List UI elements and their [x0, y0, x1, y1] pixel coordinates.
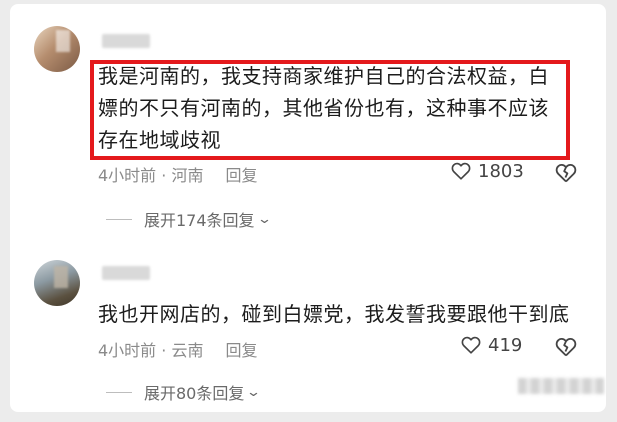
- heart-icon: [461, 336, 481, 354]
- chevron-down-icon: ⌄: [256, 211, 272, 227]
- username-redacted: [102, 266, 150, 280]
- broken-heart-icon[interactable]: [554, 161, 578, 185]
- reply-button[interactable]: 回复: [225, 341, 257, 360]
- broken-heart-icon[interactable]: [554, 335, 578, 359]
- watermark: [518, 378, 604, 394]
- comment-meta: 4小时前 · 河南 回复: [98, 166, 258, 185]
- comment-item: 我是河南的，我支持商家维护自己的合法权益，白嫖的不只有河南的，其他省份也有，这种…: [10, 4, 606, 244]
- comment-list: 我是河南的，我支持商家维护自己的合法权益，白嫖的不只有河南的，其他省份也有，这种…: [10, 4, 606, 412]
- comment-text: 我也开网店的，碰到白嫖党，我发誓我要跟他干到底: [98, 302, 570, 326]
- comment-time: 4小时前: [98, 341, 157, 360]
- divider: [106, 218, 132, 220]
- avatar[interactable]: [34, 260, 80, 306]
- expand-replies-label: 展开174条回复: [144, 211, 255, 230]
- comment-location: 河南: [171, 166, 204, 185]
- expand-replies-label: 展开80条回复: [144, 384, 245, 403]
- comment-meta: 4小时前 · 云南 回复: [98, 341, 258, 360]
- chevron-down-icon: ⌄: [246, 384, 262, 400]
- expand-replies-button[interactable]: 展开80条回复 ⌄: [106, 380, 262, 404]
- like-count: 1803: [478, 160, 524, 182]
- reply-button[interactable]: 回复: [225, 166, 257, 185]
- divider: [106, 391, 132, 393]
- username-redacted: [102, 34, 150, 48]
- like-button[interactable]: 1803: [450, 160, 524, 182]
- comment-item: 我也开网店的，碰到白嫖党，我发誓我要跟他干到底 4小时前 · 云南 回复 419 …: [10, 244, 606, 412]
- avatar[interactable]: [34, 26, 80, 72]
- like-count: 419: [488, 334, 523, 356]
- highlight-box: [90, 60, 570, 160]
- expand-replies-button[interactable]: 展开174条回复 ⌄: [106, 207, 272, 231]
- comment-time: 4小时前: [98, 166, 157, 185]
- heart-icon: [451, 162, 471, 180]
- like-button[interactable]: 419: [460, 334, 522, 356]
- comment-location: 云南: [171, 341, 204, 360]
